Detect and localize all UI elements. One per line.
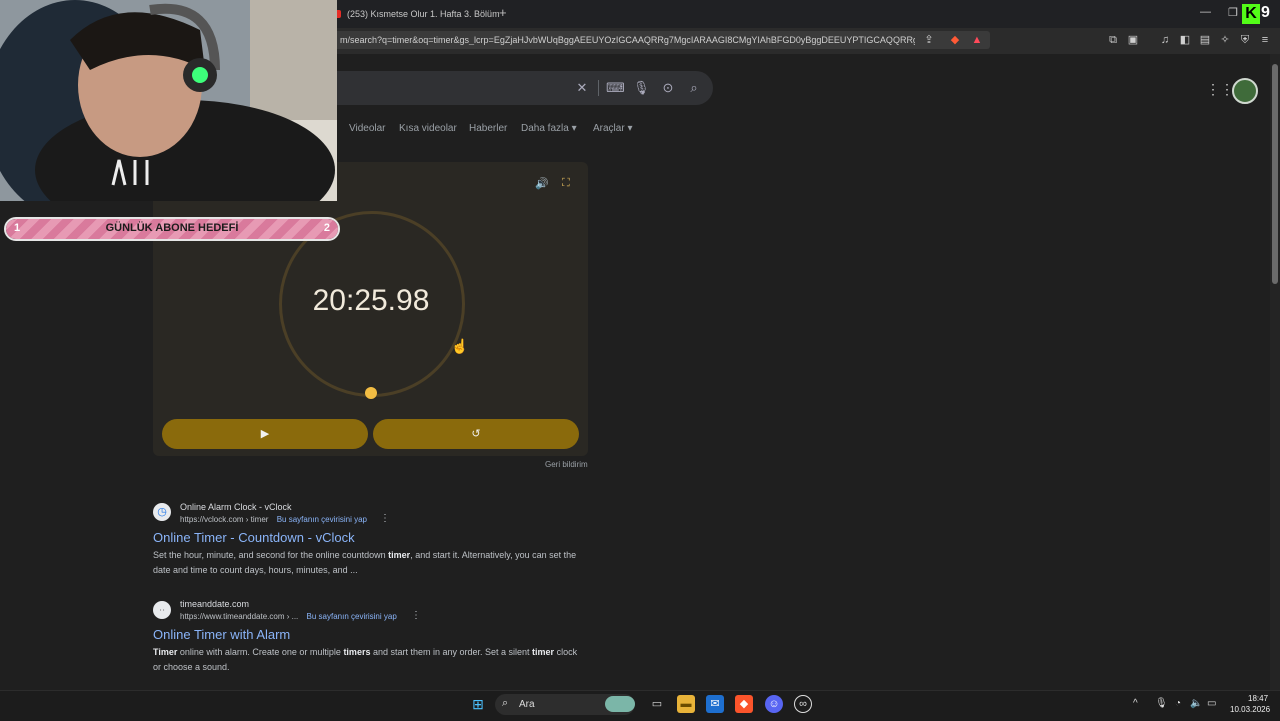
microphone-tray-icon[interactable]: 🎙	[1155, 698, 1168, 709]
search-icon: ⌕	[502, 697, 509, 709]
start-button[interactable]: ▶	[162, 419, 368, 449]
sidebar-icon[interactable]: ◧	[1178, 33, 1192, 47]
clear-icon[interactable]: ✕	[574, 80, 590, 96]
volume-icon[interactable]: 🔈	[1190, 698, 1202, 709]
new-tab-button[interactable]: +	[499, 5, 507, 20]
search-box[interactable]	[330, 71, 713, 105]
tray-chevron-icon[interactable]: ^	[1133, 698, 1138, 709]
tab-short-videos[interactable]: Kısa videolar	[399, 123, 457, 134]
tab-more[interactable]: Daha fazla ▾	[521, 123, 577, 134]
clock-date[interactable]: 10.03.2026	[1230, 705, 1270, 714]
translate-link[interactable]: Bu sayfanın çevirisini yap	[277, 515, 367, 524]
tab-tools[interactable]: Araçlar ▾	[593, 123, 632, 134]
file-explorer-icon[interactable]: ▬	[677, 695, 695, 713]
app-icon[interactable]: ∞	[794, 695, 812, 713]
more-options-icon[interactable]: ⋮	[411, 610, 421, 621]
music-icon[interactable]: ♫	[1158, 33, 1172, 47]
result-title[interactable]: Online Timer with Alarm	[153, 627, 290, 642]
search-icon[interactable]: ⌕	[686, 80, 702, 96]
result-site-name[interactable]: timeanddate.com	[180, 599, 249, 609]
brave-shields-icon[interactable]: ◆	[948, 33, 962, 47]
tab-videos[interactable]: Videolar	[349, 123, 386, 134]
keyboard-icon[interactable]: ⌨	[606, 80, 625, 96]
timeanddate-favicon: ∙∙	[153, 601, 171, 619]
taskbar	[0, 690, 1280, 721]
screenshot-icon[interactable]: ▣	[1126, 33, 1140, 47]
goal-target: 2	[323, 222, 330, 234]
more-options-icon[interactable]: ⋮	[380, 513, 390, 524]
translate-link[interactable]: Bu sayfanın çevirisini yap	[307, 612, 397, 621]
discord-icon[interactable]: ☺	[765, 695, 783, 713]
tab-active[interactable]: (253) Kısmetse Olur 1. Hafta 3. Bölüm	[330, 2, 500, 26]
weather-widget-icon[interactable]	[605, 696, 635, 712]
timer-display: 20:25.98	[312, 284, 430, 317]
webcam-overlay	[0, 0, 337, 201]
result-snippet: Timer online with alarm. Create one or m…	[153, 647, 578, 672]
feedback-link[interactable]: Geri bildirim	[545, 460, 588, 469]
share-icon[interactable]: ⇪	[922, 33, 936, 47]
extensions-icon[interactable]: ⧉	[1106, 33, 1120, 47]
battery-icon[interactable]: ▭	[1207, 698, 1216, 709]
goal-label: GÜNLÜK ABONE HEDEFİ	[105, 222, 239, 234]
vclock-favicon: ◷	[153, 503, 171, 521]
divider	[598, 80, 599, 96]
timer-knob[interactable]	[365, 387, 377, 399]
wallet-icon[interactable]: ▤	[1198, 33, 1212, 47]
reset-button[interactable]: ↺	[373, 419, 579, 449]
tab-title: (253) Kısmetse Olur 1. Hafta 3. Bölüm	[347, 9, 500, 19]
goal-current: 1	[14, 222, 21, 234]
result-url[interactable]: https://vclock.com › timer Bu sayfanın ç…	[180, 515, 367, 524]
lens-icon[interactable]: ⊙	[660, 80, 676, 96]
taskbar-search-label[interactable]: Ara	[519, 699, 535, 710]
fullscreen-icon[interactable]: ⛶	[562, 177, 570, 190]
play-icon: ▶	[260, 428, 270, 440]
subscriber-goal-bar: GÜNLÜK ABONE HEDEFİ 1 2	[4, 217, 340, 241]
tab-news[interactable]: Haberler	[469, 123, 507, 134]
minimize-icon[interactable]: —	[1200, 6, 1211, 18]
result-title[interactable]: Online Timer - Countdown - vClock	[153, 530, 355, 545]
brave-rewards-icon[interactable]: ▲	[970, 33, 984, 47]
webcam-image	[0, 0, 337, 201]
result-url[interactable]: https://www.timeanddate.com › ... Bu say…	[180, 612, 397, 621]
vpn-icon[interactable]: ⛨	[1238, 33, 1252, 47]
brand-logo: K 9	[1242, 4, 1278, 24]
windows-start-icon[interactable]: ⊞	[469, 695, 487, 713]
leo-ai-icon[interactable]: ✧	[1218, 33, 1232, 47]
scroll-thumb[interactable]	[1272, 64, 1278, 284]
mail-icon[interactable]: ✉	[706, 695, 724, 713]
url-text[interactable]: m/search?q=timer&oq=timer&gs_lcrp=EgZjaH…	[340, 35, 915, 45]
result-site-name[interactable]: Online Alarm Clock - vClock	[180, 502, 292, 512]
sound-icon[interactable]: 🔊	[535, 177, 549, 190]
restore-icon[interactable]: ❐	[1228, 6, 1238, 19]
result-snippet: Set the hour, minute, and second for the…	[153, 550, 577, 575]
reset-icon: ↺	[471, 428, 481, 440]
wifi-icon[interactable]: ◔	[1175, 698, 1181, 709]
task-view-icon[interactable]: ▭	[648, 695, 666, 713]
menu-icon[interactable]: ≡	[1258, 33, 1272, 47]
avatar[interactable]	[1232, 78, 1258, 104]
cursor-icon: ☝	[451, 338, 469, 354]
clock-time[interactable]: 18:47	[1248, 694, 1268, 703]
microphone-icon[interactable]: 🎙	[633, 80, 650, 96]
brave-browser-icon[interactable]: ◆	[735, 695, 753, 713]
